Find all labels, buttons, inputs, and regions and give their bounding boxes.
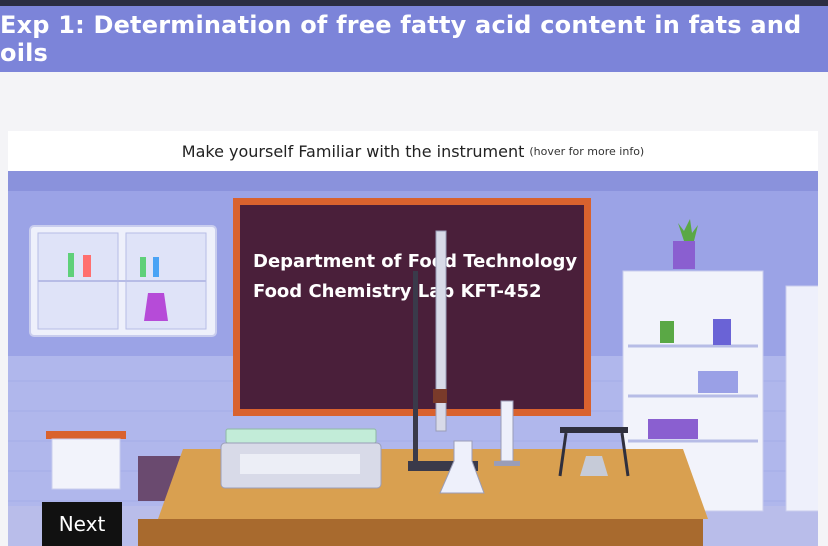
caption-hint: (hover for more info)	[529, 144, 645, 158]
weighing-balance	[220, 428, 382, 489]
instrument-caption: Make yourself Familiar with the instrume…	[8, 131, 818, 171]
fridge	[785, 285, 818, 512]
lab-scene: Department of Food Technology Food Chemi…	[8, 171, 818, 546]
page-title: Exp 1: Determination of free fatty acid …	[0, 11, 802, 67]
blackboard: Department of Food Technology Food Chemi…	[233, 198, 591, 416]
blackboard-line-1: Department of Food Technology	[253, 251, 577, 272]
page-header: Exp 1: Determination of free fatty acid …	[0, 6, 828, 72]
caption-text: Make yourself Familiar with the instrume…	[181, 141, 525, 161]
blackboard-line-2: Food Chemistry Lab KFT-452	[253, 281, 542, 302]
instrument-panel: Make yourself Familiar with the instrume…	[8, 131, 818, 546]
next-button[interactable]: Next	[42, 502, 122, 546]
wall-cabinet	[29, 225, 217, 337]
